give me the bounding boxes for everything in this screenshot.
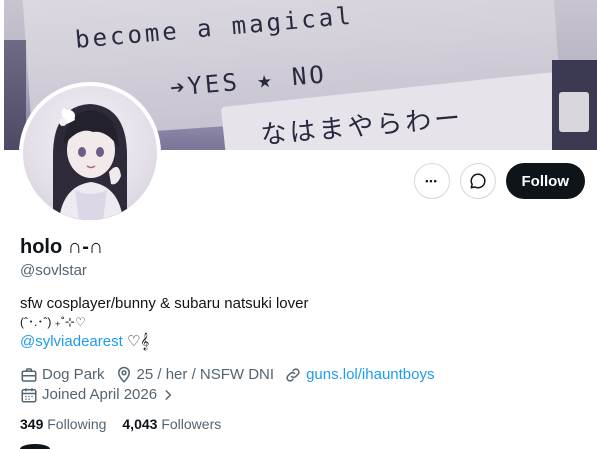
meta-joined[interactable]: Joined April 2026 (20, 386, 179, 404)
message-button[interactable] (459, 163, 496, 199)
meta-about: 25 / her / NSFW DNI (115, 366, 275, 384)
profile-actions: ••• Follow (413, 163, 585, 199)
more-icon: ••• (425, 176, 438, 186)
bio: sfw cosplayer/bunny & subaru natsuki lov… (20, 294, 308, 351)
following-count: 349 (20, 416, 44, 432)
avatar-illustration (53, 104, 127, 220)
followers-label: Followers (161, 416, 222, 432)
profile-meta: Dog Park 25 / her / NSFW DNI guns.lol/ih… (20, 365, 445, 405)
chevron-right-icon (165, 389, 172, 400)
calendar-icon (21, 387, 37, 402)
followers-link[interactable]: 4,043 Followers (122, 416, 221, 432)
bio-line-2: (ˆ･.･ˆ) ₊˚⊹♡ (20, 315, 86, 329)
meta-location: Dog Park (20, 366, 105, 384)
bio-line-3: @sylviadearest ♡𝄞 (20, 332, 308, 351)
following-label: Following (47, 416, 107, 432)
message-bubble-icon (470, 173, 486, 189)
link-icon (286, 367, 300, 382)
follow-stats: 349 Following 4,043 Followers (20, 416, 221, 432)
location-text: Dog Park (42, 366, 105, 383)
bio-mention-link[interactable]: @sylviadearest (20, 333, 123, 350)
username: @sovlstar (20, 262, 87, 279)
bio-mention-suffix: ♡𝄞 (122, 333, 150, 350)
followers-count: 4,043 (122, 416, 158, 432)
more-button[interactable]: ••• (413, 163, 450, 199)
following-link[interactable]: 349 Following (20, 416, 106, 432)
next-item-avatar-peek (20, 444, 50, 449)
website-link[interactable]: guns.lol/ihauntboys (306, 366, 434, 383)
avatar[interactable] (19, 82, 161, 224)
bio-line-1: sfw cosplayer/bunny & subaru natsuki lov… (20, 295, 309, 312)
display-name: holo ∩-∩ (20, 236, 104, 258)
banner-side-key (559, 92, 589, 132)
joined-text: Joined April 2026 (42, 386, 158, 403)
about-text: 25 / her / NSFW DNI (136, 366, 275, 383)
meta-link: guns.lol/ihauntboys (284, 366, 435, 384)
location-pin-icon (117, 366, 130, 383)
follow-button[interactable]: Follow (505, 163, 585, 199)
briefcase-icon (21, 367, 37, 382)
